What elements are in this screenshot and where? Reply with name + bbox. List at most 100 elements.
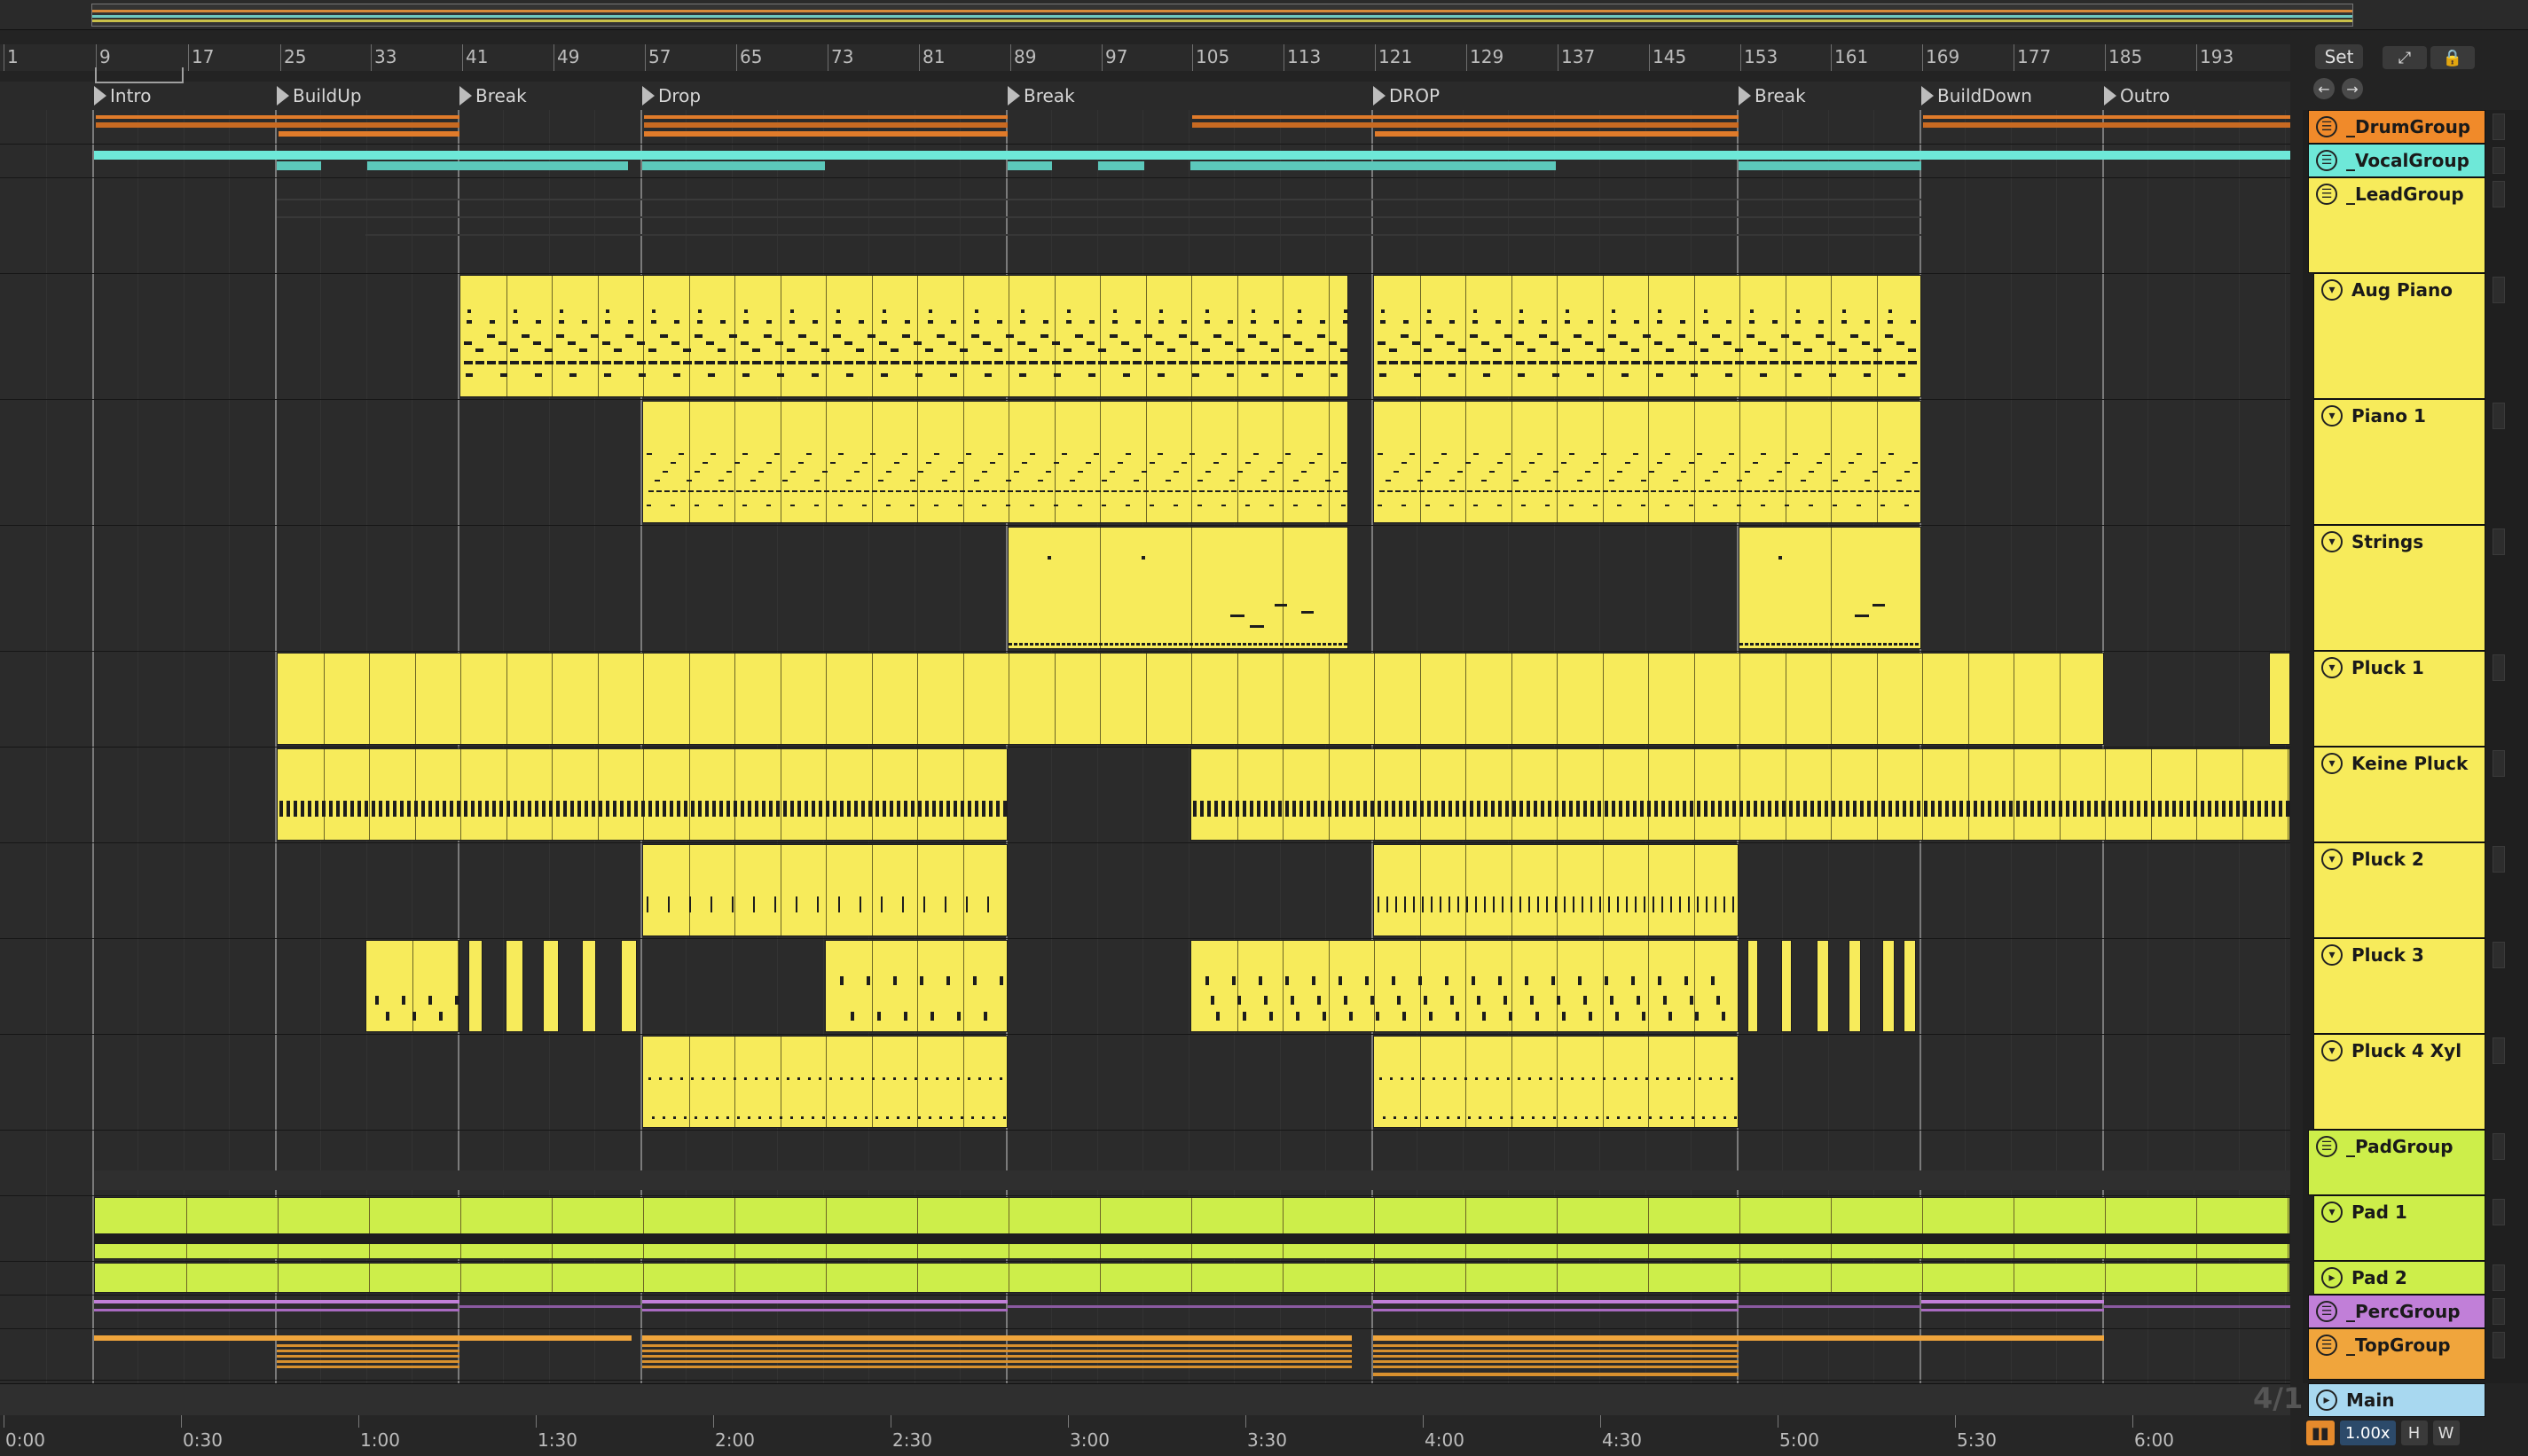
clip[interactable] — [1739, 527, 1921, 649]
clip[interactable] — [642, 844, 1008, 936]
track-header-vocalgroup[interactable]: ☰ _VocalGroup — [2308, 144, 2485, 177]
midi-note — [870, 453, 875, 455]
track-header-keine-pluck[interactable]: ▾ Keine Pluck — [2313, 747, 2485, 842]
midi-note — [1530, 996, 1534, 1005]
clip[interactable] — [1849, 940, 1861, 1032]
track-header-strings[interactable]: ▾ Strings — [2313, 525, 2485, 651]
clip[interactable] — [1373, 275, 1921, 397]
track-header-pluck-4-xyl[interactable]: ▾ Pluck 4 Xyl — [2313, 1034, 2485, 1130]
locator-drop[interactable]: DROP — [1373, 85, 1440, 106]
clip[interactable] — [277, 653, 2104, 745]
clip[interactable] — [582, 940, 596, 1032]
group-icon[interactable]: ☰ — [2316, 1301, 2337, 1322]
track-header-topgroup[interactable]: ☰ _TopGroup — [2308, 1328, 2485, 1380]
clip[interactable] — [365, 940, 459, 1032]
track-header-pluck-1[interactable]: ▾ Pluck 1 — [2313, 651, 2485, 747]
clip[interactable] — [1008, 527, 1348, 649]
track-header-padgroup[interactable]: ☰ _PadGroup — [2308, 1130, 2485, 1195]
clip[interactable] — [94, 1263, 2290, 1293]
h-button[interactable]: H — [2400, 1421, 2428, 1445]
play-icon[interactable]: ▸ — [2316, 1389, 2337, 1411]
clip[interactable] — [1781, 940, 1792, 1032]
loop-brace[interactable] — [95, 67, 184, 83]
clip[interactable] — [506, 940, 523, 1032]
clip[interactable] — [1373, 1036, 1739, 1128]
group-icon[interactable]: ☰ — [2316, 150, 2337, 171]
clip[interactable] — [459, 275, 1348, 397]
track-header-main[interactable]: ▸ Main — [2308, 1383, 2485, 1417]
locator-drop[interactable]: Drop — [642, 85, 701, 106]
track-header-aug-piano[interactable]: ▾ Aug Piano — [2313, 273, 2485, 399]
set-button[interactable]: Set — [2315, 44, 2363, 69]
midi-note — [602, 361, 611, 364]
clip[interactable] — [1747, 940, 1758, 1032]
chevron-down-icon[interactable]: ▾ — [2321, 944, 2343, 966]
track-header-pluck-3[interactable]: ▾ Pluck 3 — [2313, 938, 2485, 1034]
chevron-down-icon[interactable]: ▾ — [2321, 753, 2343, 774]
midi-note — [1142, 643, 1145, 646]
group-icon[interactable]: ☰ — [2316, 184, 2337, 205]
waveform-icon[interactable]: ▮▮ — [2306, 1421, 2335, 1445]
lock-icon[interactable]: 🔒 — [2430, 46, 2475, 69]
clip[interactable] — [642, 401, 1348, 523]
locator-break[interactable]: Break — [459, 85, 527, 106]
chevron-down-icon[interactable]: ▾ — [2321, 279, 2343, 301]
overview-viewport[interactable] — [91, 4, 2353, 27]
midi-note — [1841, 320, 1847, 324]
clip[interactable] — [1817, 940, 1829, 1032]
expand-icon[interactable]: ⤢ — [2383, 46, 2427, 69]
track-header-leadgroup[interactable]: ☰ _LeadGroup — [2308, 177, 2485, 273]
track-header-percgroup[interactable]: ☰ _PercGroup — [2308, 1295, 2485, 1328]
clip[interactable] — [468, 940, 483, 1032]
time-ruler[interactable]: 0:00 0:30 1:00 1:30 2:00 2:30 3:00 3:30 4:00 4:30… — [0, 1415, 2290, 1456]
clip[interactable] — [1190, 940, 1739, 1032]
clip[interactable] — [1882, 940, 1895, 1032]
chevron-down-icon[interactable]: ▾ — [2321, 849, 2343, 870]
clip[interactable] — [2269, 653, 2290, 745]
group-icon[interactable]: ☰ — [2316, 1335, 2337, 1356]
bar-ruler[interactable]: 1 9 17 25 33 41 49 57 65 73 81 89 97 105 113 121 129 137 1… — [0, 44, 2290, 71]
w-button[interactable]: W — [2432, 1421, 2460, 1445]
main-track-lane[interactable] — [0, 1383, 2290, 1415]
zoom-value[interactable]: 1.00x — [2339, 1421, 2396, 1445]
clip[interactable] — [543, 940, 559, 1032]
clip[interactable] — [642, 1036, 1008, 1128]
locator-builddown[interactable]: BuildDown — [1921, 85, 2032, 106]
clip[interactable] — [1373, 844, 1739, 936]
clip[interactable] — [621, 940, 637, 1032]
clip[interactable] — [94, 1197, 2290, 1259]
back-arrow-icon[interactable]: ← — [2313, 78, 2335, 99]
track-header-pluck-2[interactable]: ▾ Pluck 2 — [2313, 842, 2485, 938]
locator-buildup[interactable]: BuildUp — [277, 85, 362, 106]
midi-note — [1832, 801, 1835, 817]
midi-note — [1389, 348, 1397, 352]
locator-break[interactable]: Break — [1008, 85, 1075, 106]
chevron-down-icon[interactable]: ▾ — [2321, 405, 2343, 427]
arrangement-overview[interactable] — [0, 0, 2528, 30]
play-icon[interactable]: ▸ — [2321, 1267, 2343, 1288]
locator-lane[interactable]: Intro BuildUp Break Drop Break DROP Break Build… — [0, 82, 2290, 110]
track-header-piano-1[interactable]: ▾ Piano 1 — [2313, 399, 2485, 525]
midi-note — [1158, 320, 1164, 324]
forward-arrow-icon[interactable]: → — [2342, 78, 2363, 99]
chevron-down-icon[interactable]: ▾ — [2321, 531, 2343, 552]
clip[interactable] — [277, 748, 1008, 841]
clip-divider — [917, 276, 918, 396]
locator-outro[interactable]: Outro — [2104, 85, 2170, 106]
track-header-drumgroup[interactable]: ☰ _DrumGroup — [2308, 110, 2485, 144]
locator-break[interactable]: Break — [1739, 85, 1806, 106]
clip[interactable] — [1190, 748, 2290, 841]
track-header-pad-2[interactable]: ▸ Pad 2 — [2313, 1261, 2485, 1295]
arrangement-lanes[interactable] — [0, 110, 2290, 1383]
clip[interactable] — [825, 940, 1008, 1032]
chevron-down-icon[interactable]: ▾ — [2321, 657, 2343, 678]
clip[interactable] — [1373, 401, 1921, 523]
clip[interactable] — [1904, 940, 1916, 1032]
locator-flag-icon — [94, 86, 106, 106]
locator-intro[interactable]: Intro — [94, 85, 151, 106]
chevron-down-icon[interactable]: ▾ — [2321, 1040, 2343, 1061]
chevron-down-icon[interactable]: ▾ — [2321, 1202, 2343, 1223]
track-header-pad-1[interactable]: ▾ Pad 1 — [2313, 1195, 2485, 1261]
group-icon[interactable]: ☰ — [2316, 116, 2337, 137]
group-icon[interactable]: ☰ — [2316, 1136, 2337, 1157]
